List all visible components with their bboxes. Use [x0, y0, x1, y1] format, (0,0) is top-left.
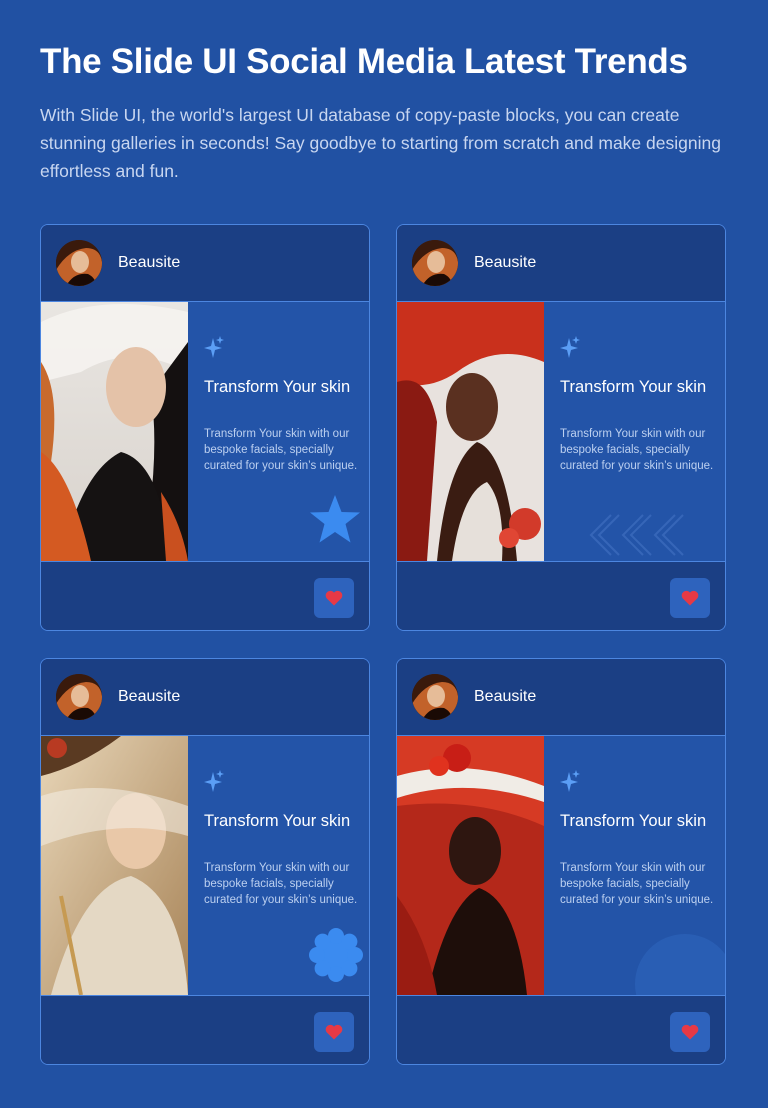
card-title: Transform Your skin — [560, 378, 707, 396]
like-button[interactable] — [314, 578, 354, 618]
like-button[interactable] — [314, 1012, 354, 1052]
card-footer — [397, 996, 725, 1064]
post-image[interactable] — [41, 736, 188, 995]
sparkle-icon — [560, 336, 580, 358]
card-header: Beausite — [397, 659, 725, 736]
author-name[interactable]: Beausite — [474, 254, 536, 272]
post-image[interactable] — [41, 302, 188, 561]
card-header: Beausite — [41, 225, 369, 302]
card-text: Transform Your skin with our bespoke fac… — [560, 428, 714, 472]
card-header: Beausite — [397, 225, 725, 302]
author-name[interactable]: Beausite — [118, 688, 180, 706]
author-name[interactable]: Beausite — [474, 688, 536, 706]
heart-icon — [325, 590, 343, 606]
card-body: Transform Your skin Transform Your skin … — [397, 736, 725, 996]
post-card: Beausite Transform Your skin Transform Y… — [40, 224, 370, 631]
post-card: Beausite Transform Your skin Transform Y… — [40, 658, 370, 1065]
card-text: Transform Your skin with our bespoke fac… — [560, 862, 714, 906]
card-header: Beausite — [41, 659, 369, 736]
card-title: Transform Your skin — [204, 378, 351, 396]
avatar[interactable] — [56, 674, 102, 720]
card-body: Transform Your skin Transform Your skin … — [41, 302, 369, 562]
avatar[interactable] — [412, 674, 458, 720]
heart-icon — [325, 1024, 343, 1040]
flower-badge-icon — [309, 928, 363, 982]
circle-shape — [635, 934, 725, 995]
page-title: The Slide UI Social Media Latest Trends — [40, 42, 688, 81]
star-icon — [310, 495, 360, 543]
card-text: Transform Your skin with our bespoke fac… — [204, 428, 358, 472]
card-footer — [41, 562, 369, 630]
avatar[interactable] — [412, 240, 458, 286]
like-button[interactable] — [670, 1012, 710, 1052]
author-name[interactable]: Beausite — [118, 254, 180, 272]
heart-icon — [681, 590, 699, 606]
card-footer — [397, 562, 725, 630]
heart-icon — [681, 1024, 699, 1040]
card-footer — [41, 996, 369, 1064]
sparkle-icon — [560, 770, 580, 792]
avatar[interactable] — [56, 240, 102, 286]
post-card: Beausite Transform Your skin Transform Y… — [396, 658, 726, 1065]
card-body: Transform Your skin Transform Your skin … — [397, 302, 725, 562]
post-image[interactable] — [397, 302, 544, 561]
sparkle-icon — [204, 336, 224, 358]
post-image[interactable] — [397, 736, 544, 995]
card-text: Transform Your skin with our bespoke fac… — [204, 862, 358, 906]
card-title: Transform Your skin — [204, 812, 351, 830]
card-body: Transform Your skin Transform Your skin … — [41, 736, 369, 996]
post-card: Beausite Transform Your skin Transform Y… — [396, 224, 726, 631]
card-title: Transform Your skin — [560, 812, 707, 830]
page-description: With Slide UI, the world's largest UI da… — [40, 105, 721, 181]
sparkle-icon — [204, 770, 224, 792]
like-button[interactable] — [670, 578, 710, 618]
chevrons-left-icon — [589, 514, 684, 556]
